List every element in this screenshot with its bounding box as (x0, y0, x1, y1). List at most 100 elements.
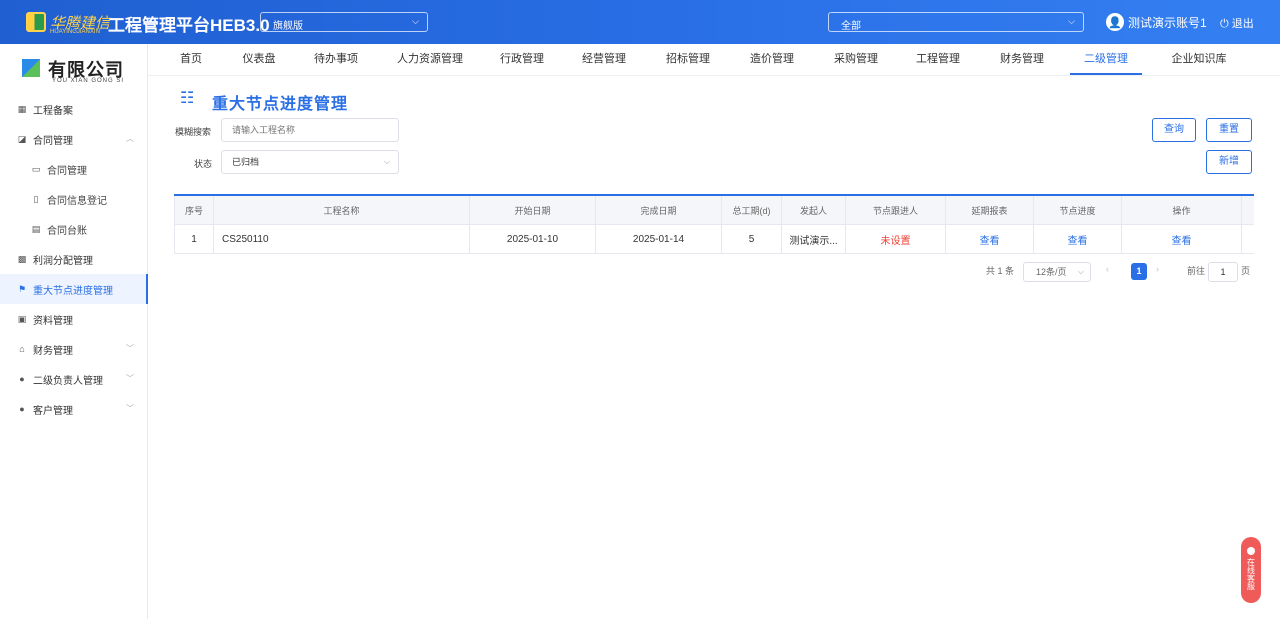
tab-hr[interactable]: 人力资源管理 (388, 44, 472, 75)
logout-label: 退出 (1231, 18, 1254, 30)
sidebar-item-label: 合同管理 (47, 165, 87, 177)
chevron-down-icon: ﹀ (126, 344, 134, 353)
scope-select[interactable]: 全部 ⌵ (828, 12, 1084, 32)
chevron-down-icon: ⌵ (383, 157, 390, 166)
bank-icon: ⌂ (19, 344, 25, 354)
sidebar-item-document-management[interactable]: ▣ 资料管理 (0, 304, 148, 334)
status-select[interactable]: 已归档 ⌵ (221, 150, 399, 174)
handshake-icon: ◪ (17, 133, 27, 144)
briefcase-icon: ▭ (31, 163, 41, 174)
sidebar-item-label: 重大节点进度管理 (33, 285, 113, 297)
view-delay-report-link[interactable]: 查看 (946, 225, 1034, 253)
tab-knowledge-base[interactable]: 企业知识库 (1164, 44, 1234, 75)
query-button[interactable]: 查询 (1152, 118, 1196, 142)
col-header: 延期报表 (946, 196, 1034, 224)
reset-button[interactable]: 重置 (1206, 118, 1252, 142)
start-date: 2025-01-10 (470, 225, 596, 253)
tab-secondary[interactable]: 二级管理 (1070, 44, 1142, 75)
user-menu[interactable]: 👤 测试演示账号1 (1106, 12, 1207, 32)
chevron-down-icon: ﹀ (126, 404, 134, 413)
logout-button[interactable]: ⏻ 退出 (1220, 15, 1254, 31)
sidebar-item-label: 合同信息登记 (47, 195, 107, 207)
sidebar-item-contract-sub[interactable]: ▭ 合同管理 (0, 154, 148, 184)
chevron-up-icon: ︿ (126, 134, 134, 143)
tab-dashboard[interactable]: 仪表盘 (234, 44, 284, 75)
tab-finance[interactable]: 财务管理 (994, 44, 1050, 75)
top-nav: 首页 仪表盘 待办事项 人力资源管理 行政管理 经营管理 招标管理 造价管理 采… (148, 44, 1280, 76)
search-label: 模糊搜索 (175, 127, 212, 137)
prev-page-button[interactable]: ‹ (1106, 264, 1109, 282)
chart-icon: ▩ (17, 253, 27, 264)
tab-engineering[interactable]: 工程管理 (910, 44, 966, 75)
edition-select[interactable]: 旗舰版 ⌵ (260, 12, 428, 32)
page-size-select[interactable]: 12条/页 ⌵ (1023, 262, 1091, 282)
end-date: 2025-01-14 (596, 225, 722, 253)
sidebar-item-label: 合同台账 (47, 225, 87, 237)
view-node-progress-link[interactable]: 查看 (1034, 225, 1122, 253)
tab-cost[interactable]: 造价管理 (744, 44, 800, 75)
sidebar-item-contract-management[interactable]: ◪ 合同管理 ︿ (0, 124, 148, 154)
person-icon: ● (19, 374, 25, 384)
table-row: 1 CS250110 2025-01-10 2025-01-14 5 测试演示.… (174, 225, 1254, 254)
project-name: CS250110 (214, 225, 470, 253)
brand-logo-subtext: HUAYINGJIANXIN (50, 29, 100, 35)
tab-todo[interactable]: 待办事项 (308, 44, 364, 75)
sidebar-item-secondary-manager[interactable]: ● 二级负责人管理 ﹀ (0, 364, 148, 394)
user-icon: 👤 (1106, 13, 1124, 31)
chat-icon (1247, 547, 1255, 555)
tab-bidding[interactable]: 招标管理 (660, 44, 716, 75)
list-icon: ☷ (180, 90, 195, 107)
sidebar: 有限公司 YOU XIAN GONG SI ▦ 工程备案 ◪ 合同管理 ︿ ▭ … (0, 44, 148, 619)
search-input[interactable] (221, 118, 399, 142)
edition-value: 旗舰版 (273, 21, 303, 32)
total-duration: 5 (722, 225, 782, 253)
tab-business[interactable]: 经营管理 (576, 44, 632, 75)
col-header: 工程名称 (214, 196, 470, 224)
milestone-table: 序号 工程名称 开始日期 完成日期 总工期(d) 发起人 节点跟进人 延期报表 … (174, 194, 1254, 254)
col-header: 序号 (174, 196, 214, 224)
online-support-button[interactable]: 在线客服 (1241, 537, 1261, 603)
sidebar-item-project-filing[interactable]: ▦ 工程备案 (0, 94, 148, 124)
page-suffix: 页 (1241, 266, 1251, 276)
sidebar-item-label: 财务管理 (33, 345, 73, 357)
col-header: 总工期(d) (722, 196, 782, 224)
view-action-link[interactable]: 查看 (1122, 225, 1242, 253)
table-header-row: 序号 工程名称 开始日期 完成日期 总工期(d) 发起人 节点跟进人 延期报表 … (174, 196, 1254, 225)
grid-icon: ▦ (17, 103, 27, 114)
top-bar: 华腾建信 HUAYINGJIANXIN 工程管理平台HEB3.0 旗舰版 ⌵ 全… (0, 0, 1280, 44)
scope-value: 全部 (841, 21, 861, 32)
tab-home[interactable]: 首页 (168, 44, 214, 75)
power-icon: ⏻ (1220, 18, 1229, 30)
brand-logo-icon (26, 12, 46, 32)
node-follower-status: 未设置 (846, 225, 946, 253)
col-header: 节点跟进人 (846, 196, 946, 224)
sidebar-item-contract-ledger[interactable]: ▤ 合同台账 (0, 214, 148, 244)
sidebar-item-milestone-progress[interactable]: ⚑ 重大节点进度管理 (0, 274, 148, 304)
sidebar-menu: ▦ 工程备案 ◪ 合同管理 ︿ ▭ 合同管理 ▯ 合同信息登记 ▤ 合同台账 ▩… (0, 94, 148, 424)
chevron-down-icon: ⌵ (1068, 16, 1075, 26)
pagination-total: 共 1 条 (986, 266, 1015, 276)
sidebar-item-contract-registration[interactable]: ▯ 合同信息登记 (0, 184, 148, 214)
add-button[interactable]: 新增 (1206, 150, 1252, 174)
current-page-button[interactable]: 1 (1131, 263, 1147, 280)
page-title: 重大节点进度管理 (212, 96, 349, 113)
sidebar-item-finance-management[interactable]: ⌂ 财务管理 ﹀ (0, 334, 148, 364)
goto-label: 前往 (1187, 266, 1206, 276)
tab-admin[interactable]: 行政管理 (494, 44, 550, 75)
goto-page-input[interactable]: 1 (1208, 262, 1238, 282)
person-icon: ● (19, 404, 25, 414)
company-subname: YOU XIAN GONG SI (52, 78, 125, 84)
app-title: 工程管理平台HEB3.0 (108, 16, 270, 35)
sidebar-item-customer-management[interactable]: ● 客户管理 ﹀ (0, 394, 148, 424)
chevron-down-icon: ﹀ (126, 374, 134, 383)
next-page-button[interactable]: › (1156, 264, 1159, 282)
tab-procurement[interactable]: 采购管理 (828, 44, 884, 75)
col-header: 操作 (1122, 196, 1242, 224)
initiator: 测试演示... (782, 225, 846, 253)
main-content: ☷ 重大节点进度管理 模糊搜索 状态 已归档 ⌵ 查询 重置 新增 序号 工程名… (148, 76, 1280, 619)
col-header: 开始日期 (470, 196, 596, 224)
user-name: 测试演示账号1 (1128, 15, 1207, 30)
sidebar-item-profit-distribution[interactable]: ▩ 利润分配管理 (0, 244, 148, 274)
flag-icon: ⚑ (17, 283, 27, 294)
status-value: 已归档 (232, 157, 260, 167)
